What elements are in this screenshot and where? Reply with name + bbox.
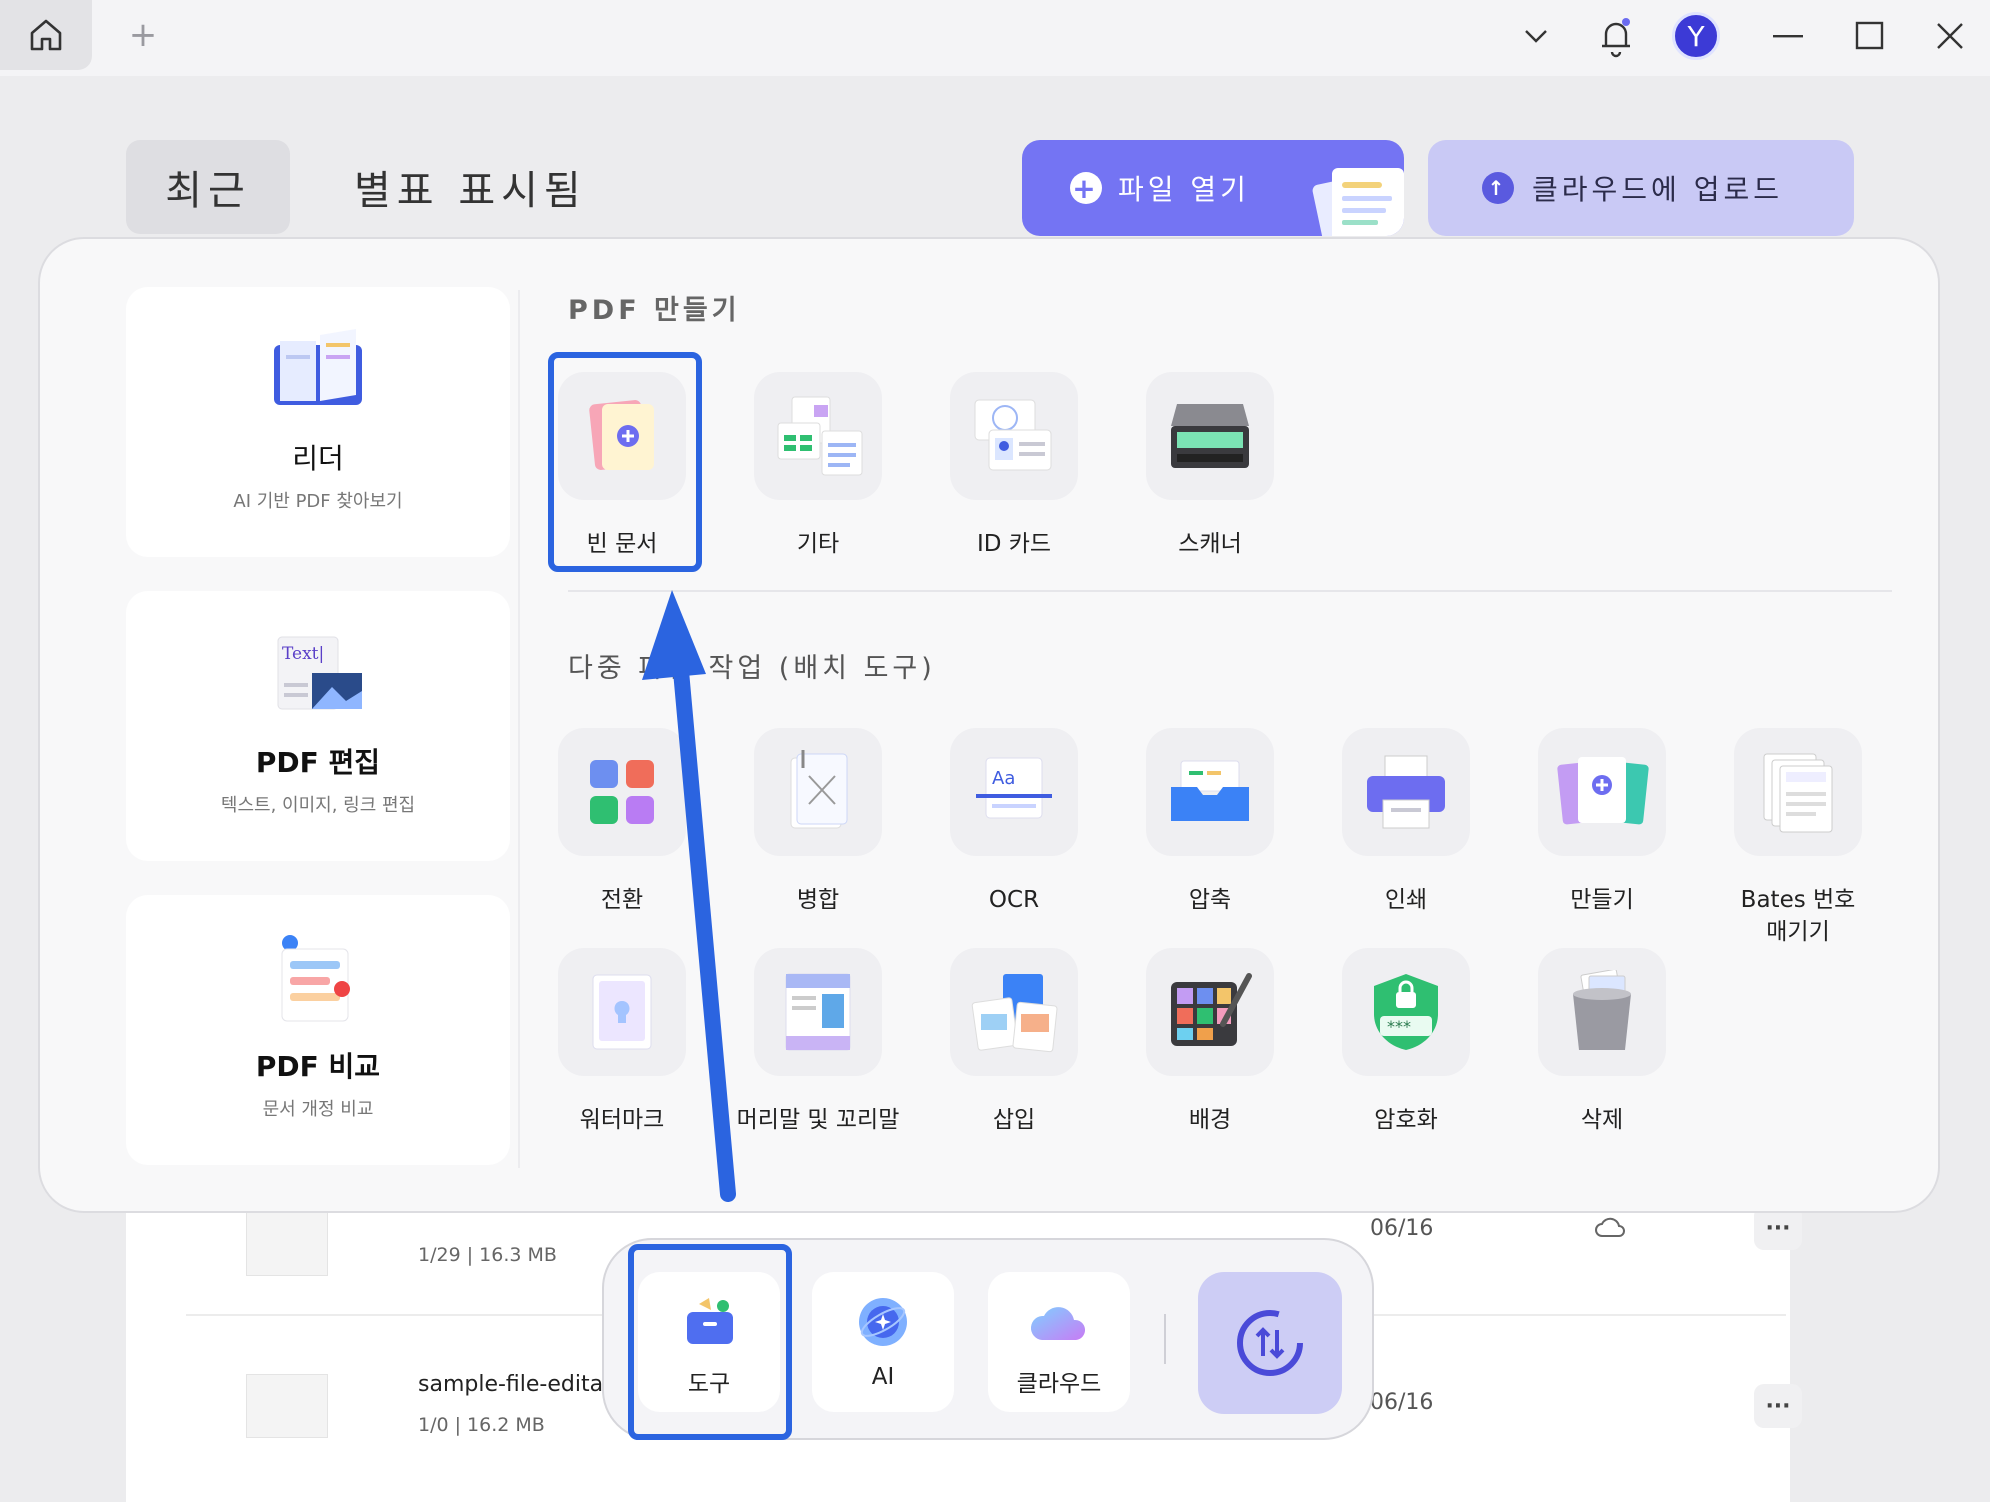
book-icon	[274, 329, 362, 405]
tool-bates-numbering[interactable]: Bates 번호 매기기	[1734, 728, 1862, 948]
background-icon	[1146, 948, 1274, 1076]
pdf-edit-card[interactable]: Text| PDF 편집 텍스트, 이미지, 링크 편집	[126, 591, 510, 861]
tool-label: 인쇄	[1384, 887, 1428, 913]
pdf-edit-subtitle: 텍스트, 이미지, 링크 편집	[220, 795, 416, 816]
upload-arrow-icon: ↑	[1482, 172, 1514, 204]
tab-recent[interactable]: 최근	[126, 140, 290, 234]
compress-icon	[1146, 728, 1274, 856]
highlight-blank-document	[548, 352, 702, 572]
upload-cloud-button[interactable]: ↑ 클라우드에 업로드	[1428, 140, 1854, 236]
tool-ocr[interactable]: Aa OCR	[950, 728, 1078, 916]
annotation-arrow	[642, 590, 736, 1202]
file-date: 06/16	[1370, 1216, 1434, 1241]
tool-delete[interactable]: 삭제	[1538, 948, 1666, 1136]
dock-ai[interactable]: AI	[812, 1272, 954, 1412]
highlight-dock-tools	[628, 1244, 792, 1440]
reader-card[interactable]: 리더 AI 기반 PDF 찾아보기	[126, 287, 510, 557]
chevron-down-icon[interactable]	[1506, 10, 1566, 62]
tool-merge[interactable]: 병합	[754, 728, 882, 916]
documents-illustration	[1312, 168, 1404, 236]
tool-label: 삭제	[1580, 1107, 1624, 1133]
id-card-icon	[950, 372, 1078, 500]
file-meta: 1/0 | 16.2 MB	[418, 1414, 545, 1436]
edit-thumb-text: Text|	[282, 644, 324, 664]
section-divider	[568, 590, 1892, 592]
bates-icon	[1734, 728, 1862, 856]
panel-divider-vertical	[518, 290, 520, 1168]
printer-icon	[1342, 728, 1470, 856]
tool-label: Bates 번호 매기기	[1740, 887, 1856, 945]
file-meta: 1/29 | 16.3 MB	[418, 1244, 557, 1266]
tool-label: 병합	[796, 887, 840, 913]
avatar-letter: Y	[1687, 19, 1705, 53]
maximize-icon[interactable]	[1840, 10, 1900, 62]
plus-circle-icon: +	[1070, 172, 1102, 205]
scanner-icon	[1146, 372, 1274, 500]
shield-lock-icon: ***	[1342, 948, 1470, 1076]
pdf-compare-card[interactable]: PDF 비교 문서 개정 비교	[126, 895, 510, 1165]
svg-text:***: ***	[1387, 1017, 1411, 1036]
dock-convert-button[interactable]	[1198, 1272, 1342, 1414]
more-button[interactable]: ···	[1754, 1384, 1802, 1428]
tool-label: 만들기	[1570, 887, 1634, 913]
pdf-compare-subtitle: 문서 개정 비교	[262, 1099, 374, 1120]
create-batch-icon	[1538, 728, 1666, 856]
tool-insert[interactable]: 삽입	[950, 948, 1078, 1136]
tab-starred[interactable]: 별표 표시됨	[354, 140, 587, 234]
new-tab-button[interactable]: +	[122, 14, 164, 56]
open-file-button[interactable]: + 파일 열기	[1022, 140, 1404, 236]
tool-label: 배경	[1188, 1107, 1232, 1133]
file-date: 06/16	[1370, 1390, 1434, 1415]
home-icon	[30, 19, 62, 51]
tool-compress[interactable]: 압축	[1146, 728, 1274, 916]
compare-icon	[281, 935, 350, 1022]
header-footer-icon	[754, 948, 882, 1076]
reader-title: 리더	[292, 442, 344, 475]
merge-icon	[754, 728, 882, 856]
tool-label: 암호화	[1374, 1107, 1438, 1133]
other-formats-icon	[754, 372, 882, 500]
tool-label: 기타	[796, 531, 840, 557]
dock-separator	[1164, 1314, 1166, 1364]
ocr-icon: Aa	[950, 728, 1078, 856]
create-section-title: PDF 만들기	[568, 295, 741, 326]
dock-cloud[interactable]: 클라우드	[988, 1272, 1130, 1412]
tool-label: 압축	[1188, 887, 1232, 913]
pdf-compare-title: PDF 비교	[255, 1050, 381, 1083]
svg-text:Aa: Aa	[992, 768, 1015, 789]
tool-label: OCR	[988, 887, 1040, 913]
minimize-icon[interactable]	[1760, 10, 1820, 62]
tool-id-card[interactable]: ID 카드	[950, 372, 1078, 560]
upload-cloud-label: 클라우드에 업로드	[1532, 173, 1783, 206]
dock-cloud-label: 클라우드	[1016, 1371, 1102, 1397]
file-thumbnail	[246, 1374, 328, 1438]
bell-icon[interactable]	[1586, 10, 1646, 62]
tool-label: ID 카드	[976, 531, 1052, 557]
pdf-edit-title: PDF 편집	[255, 746, 381, 779]
tool-encrypt[interactable]: *** 암호화	[1342, 948, 1470, 1136]
insert-icon	[950, 948, 1078, 1076]
file-thumbnail	[246, 1212, 328, 1276]
close-icon[interactable]	[1920, 10, 1980, 62]
tool-scanner[interactable]: 스캐너	[1146, 372, 1274, 560]
tool-create[interactable]: 만들기	[1538, 728, 1666, 916]
convert-arrows-icon	[1237, 1310, 1303, 1376]
tool-print[interactable]: 인쇄	[1342, 728, 1470, 916]
cloud-icon	[1030, 1307, 1086, 1340]
avatar[interactable]: Y	[1672, 12, 1720, 60]
cloud-sync-icon[interactable]	[1594, 1214, 1628, 1246]
edit-pdf-icon: Text|	[277, 636, 362, 710]
trash-icon	[1538, 948, 1666, 1076]
home-tab[interactable]	[0, 0, 92, 70]
ai-assistant-icon	[859, 1298, 907, 1346]
tool-background[interactable]: 배경	[1146, 948, 1274, 1136]
tool-label: 삽입	[992, 1107, 1036, 1133]
reader-subtitle: AI 기반 PDF 찾아보기	[233, 491, 403, 512]
tool-other[interactable]: 기타	[754, 372, 882, 560]
tool-header-footer[interactable]: 머리말 및 꼬리말	[737, 948, 899, 1136]
open-file-label: 파일 열기	[1118, 173, 1250, 206]
dock-ai-label: AI	[871, 1364, 895, 1390]
tool-label: 스캐너	[1178, 531, 1242, 557]
